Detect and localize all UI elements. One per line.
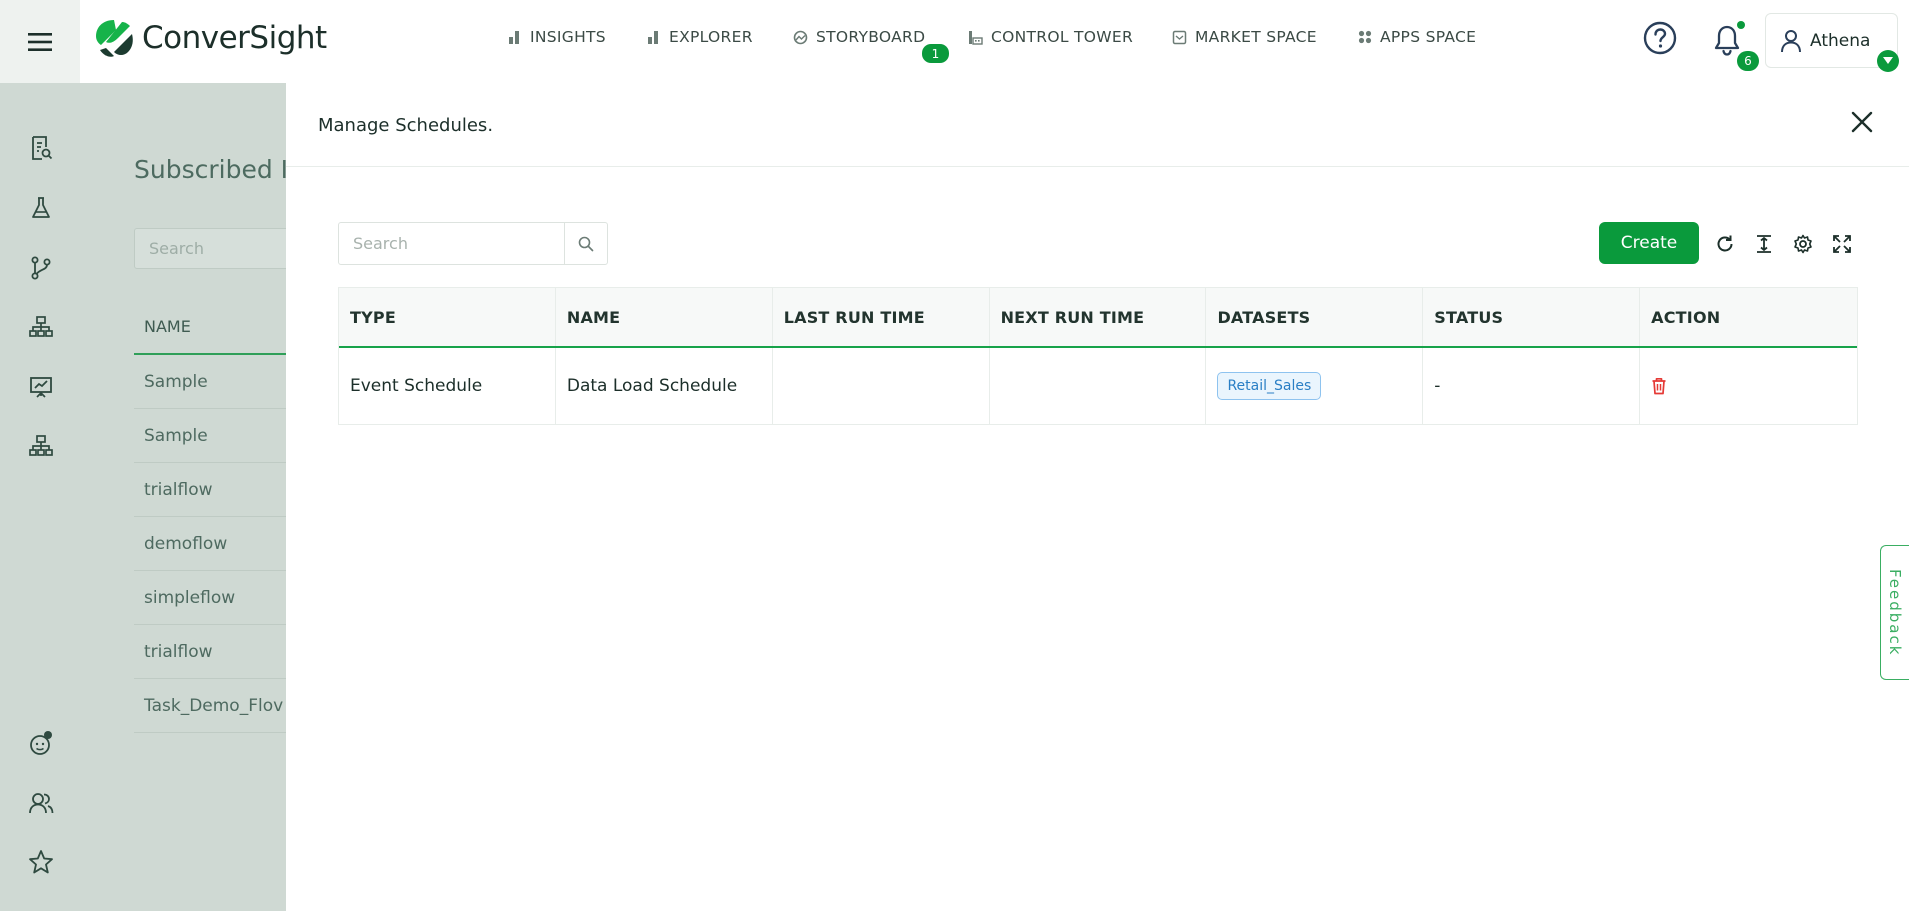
column-header-datasets[interactable]: DATASETS [1206, 288, 1424, 346]
column-height-icon [1757, 235, 1771, 253]
presentation-chart-icon [30, 377, 52, 398]
action-cell [1640, 348, 1857, 424]
nav-insights-label: INSIGHTS [530, 28, 606, 46]
column-header-type[interactable]: TYPE [339, 288, 556, 346]
schedules-table-header: TYPE NAME LAST RUN TIME NEXT RUN TIME DA… [339, 288, 1857, 348]
last-run-time-cell [773, 348, 990, 424]
refresh-button[interactable] [1713, 232, 1737, 256]
bar-chart-icon [648, 31, 658, 44]
nav-storyboard-label: STORYBOARD [816, 28, 926, 46]
schedule-name-cell: Data Load Schedule [556, 348, 773, 424]
assistant-face-icon [30, 731, 52, 755]
column-header-action[interactable]: ACTION [1640, 288, 1857, 346]
nav-control-tower[interactable]: CONTROL TOWER [968, 28, 1133, 46]
notification-dot [1737, 21, 1745, 29]
brand-name: ConverSight [142, 20, 327, 56]
close-icon [1851, 111, 1873, 133]
feedback-label: Feedback [1886, 568, 1904, 657]
apps-grid-icon [1358, 30, 1372, 44]
hierarchy-icon [29, 435, 53, 456]
nav-market-space[interactable]: MARKET SPACE [1172, 28, 1317, 46]
storyboard-count-badge: 1 [922, 44, 949, 63]
rail-org-button[interactable] [26, 431, 56, 461]
notification-count-badge: 6 [1737, 51, 1759, 71]
rail-hierarchy-button[interactable] [26, 312, 56, 342]
user-menu-toggle[interactable] [1877, 50, 1899, 72]
nav-storyboard[interactable]: STORYBOARD [793, 28, 925, 46]
search-button[interactable] [564, 223, 607, 264]
column-header-last-run-time[interactable]: LAST RUN TIME [773, 288, 990, 346]
nav-insights[interactable]: INSIGHTS [508, 28, 606, 46]
schedule-search-input[interactable] [339, 223, 564, 264]
bar-chart-icon [509, 31, 519, 44]
flask-icon [32, 197, 50, 218]
rail-lab-button[interactable] [26, 193, 56, 223]
rail-reports-button[interactable] [26, 133, 56, 163]
nav-apps-space[interactable]: APPS SPACE [1358, 28, 1476, 46]
market-icon [1172, 30, 1187, 44]
close-drawer-button[interactable] [1846, 106, 1878, 138]
column-height-button[interactable] [1752, 232, 1776, 256]
users-icon [29, 793, 54, 814]
feedback-tab[interactable]: Feedback [1880, 545, 1909, 680]
gear-icon [1794, 234, 1812, 254]
column-header-next-run-time[interactable]: NEXT RUN TIME [990, 288, 1207, 346]
column-header-name[interactable]: NAME [556, 288, 773, 346]
top-bar: ConverSight INSIGHTS EXPLORER STORYBOARD… [0, 0, 1909, 83]
background-page-title: Subscribed I [134, 155, 289, 184]
help-icon [1643, 21, 1677, 55]
drawer-header: Manage Schedules. [286, 83, 1909, 167]
hamburger-menu-button[interactable] [0, 0, 80, 83]
brand-logo[interactable]: ConverSight [92, 16, 327, 60]
star-icon [29, 850, 53, 874]
nav-explorer[interactable]: EXPLORER [647, 28, 753, 46]
hierarchy-icon [29, 316, 53, 337]
report-search-icon [32, 136, 53, 160]
user-name: Athena [1810, 30, 1871, 51]
nav-market-space-label: MARKET SPACE [1195, 28, 1317, 46]
user-icon [1781, 29, 1801, 52]
settings-button[interactable] [1791, 232, 1815, 256]
datasets-cell: Retail_Sales [1206, 348, 1424, 424]
nav-explorer-label: EXPLORER [669, 28, 753, 46]
dataset-tag: Retail_Sales [1217, 372, 1322, 400]
notifications-button[interactable] [1713, 24, 1741, 60]
hamburger-icon [28, 32, 52, 51]
conversight-logo-icon [96, 20, 133, 57]
table-row[interactable]: Event Schedule Data Load Schedule Retail… [339, 348, 1857, 424]
search-icon [578, 236, 594, 251]
rail-assistant-button[interactable] [26, 728, 56, 758]
refresh-icon [1717, 235, 1733, 252]
create-button[interactable]: Create [1599, 222, 1699, 264]
bell-icon [1714, 25, 1740, 56]
nav-apps-space-label: APPS SPACE [1380, 28, 1477, 46]
help-button[interactable] [1643, 21, 1677, 59]
rail-users-button[interactable] [26, 788, 56, 818]
manage-schedules-drawer: Manage Schedules. Create TYPE NAME LAST … [286, 83, 1909, 911]
storyboard-icon [793, 30, 808, 44]
drawer-title: Manage Schedules. [318, 115, 494, 136]
rail-presentation-button[interactable] [26, 372, 56, 402]
rail-favorites-button[interactable] [26, 847, 56, 877]
nav-control-tower-label: CONTROL TOWER [991, 28, 1134, 46]
schedule-type-cell: Event Schedule [339, 348, 556, 424]
status-cell: - [1423, 348, 1641, 424]
side-rail [0, 83, 80, 911]
caret-down-icon [1883, 57, 1893, 64]
rail-flow-button[interactable] [26, 253, 56, 283]
fullscreen-button[interactable] [1830, 232, 1854, 256]
schedule-search [338, 222, 608, 265]
control-tower-icon [969, 30, 983, 45]
next-run-time-cell [990, 348, 1207, 424]
trash-icon [1652, 377, 1666, 395]
delete-schedule-button[interactable] [1651, 377, 1667, 395]
column-header-status[interactable]: STATUS [1423, 288, 1641, 346]
fullscreen-icon [1833, 235, 1851, 253]
branch-icon [31, 256, 51, 280]
schedules-table: TYPE NAME LAST RUN TIME NEXT RUN TIME DA… [338, 287, 1858, 425]
